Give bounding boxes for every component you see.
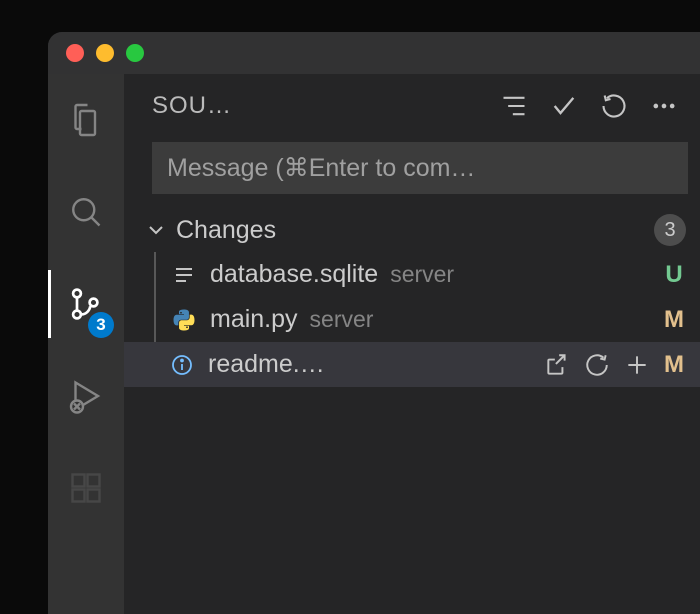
- file-name: readme.…: [208, 350, 325, 379]
- activity-run-debug[interactable]: [48, 368, 124, 424]
- activity-bar: 3: [48, 74, 124, 614]
- scm-badge: 3: [88, 312, 114, 338]
- open-file-icon: [544, 352, 570, 378]
- activity-search[interactable]: [48, 184, 124, 240]
- open-file-button[interactable]: [544, 352, 570, 378]
- changes-file-list: database.sqlite server U main.py: [154, 252, 700, 387]
- discard-changes-button[interactable]: [584, 352, 610, 378]
- extensions-icon: [68, 470, 104, 506]
- file-name: database.sqlite: [210, 260, 378, 289]
- commit-message-input[interactable]: Message (⌘Enter to com…: [152, 142, 688, 194]
- file-path: server: [310, 306, 650, 333]
- titlebar: [48, 32, 700, 74]
- activity-source-control[interactable]: 3: [48, 276, 124, 332]
- window-body: 3 SOU…: [48, 74, 700, 614]
- status-untracked: U: [662, 261, 686, 289]
- tree-icon: [500, 92, 528, 120]
- info-icon: [168, 353, 196, 377]
- window-minimize-button[interactable]: [96, 44, 114, 62]
- discard-icon: [584, 352, 610, 378]
- check-icon: [550, 92, 578, 120]
- panel-header-actions: [500, 92, 686, 120]
- file-row[interactable]: readme.…: [124, 342, 700, 387]
- view-as-tree-button[interactable]: [500, 92, 528, 120]
- window-maximize-button[interactable]: [126, 44, 144, 62]
- python-icon: [170, 308, 198, 332]
- file-row-actions: [544, 352, 650, 378]
- file-row[interactable]: database.sqlite server U: [154, 252, 700, 297]
- status-modified: M: [662, 306, 686, 334]
- changes-label: Changes: [176, 216, 654, 245]
- activity-explorer[interactable]: [48, 92, 124, 148]
- refresh-icon: [600, 92, 628, 120]
- search-icon: [68, 194, 104, 230]
- run-debug-icon: [68, 378, 104, 414]
- panel-title: SOU…: [152, 92, 488, 120]
- file-row[interactable]: main.py server M: [154, 297, 700, 342]
- source-control-panel: SOU…: [124, 74, 700, 614]
- commit-button[interactable]: [550, 92, 578, 120]
- editor-window: 3 SOU…: [48, 32, 700, 614]
- files-icon: [68, 102, 104, 138]
- status-modified: M: [662, 351, 686, 379]
- ellipsis-icon: [650, 92, 678, 120]
- panel-header: SOU…: [124, 74, 700, 132]
- file-path: server: [390, 261, 650, 288]
- changes-section-header[interactable]: Changes 3: [124, 208, 700, 252]
- file-icon: [170, 263, 198, 287]
- activity-extensions[interactable]: [48, 460, 124, 516]
- refresh-button[interactable]: [600, 92, 628, 120]
- window-close-button[interactable]: [66, 44, 84, 62]
- stage-changes-button[interactable]: [624, 352, 650, 378]
- plus-icon: [624, 352, 650, 378]
- chevron-down-icon: [144, 218, 168, 242]
- more-actions-button[interactable]: [650, 92, 678, 120]
- file-name: main.py: [210, 305, 298, 334]
- changes-count: 3: [654, 214, 686, 246]
